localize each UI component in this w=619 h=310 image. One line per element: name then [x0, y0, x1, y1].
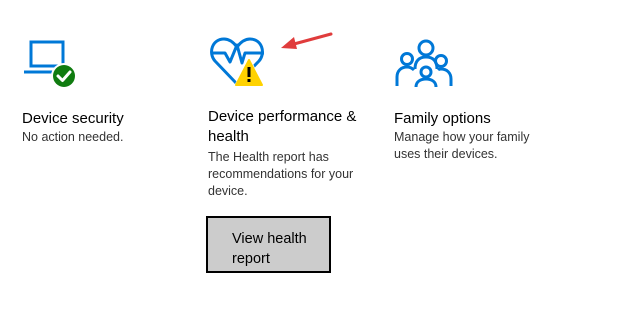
- family-options-description: Manage how your family uses their device…: [394, 130, 530, 161]
- red-arrow-icon: [281, 32, 333, 49]
- family-options-card[interactable]: Family options Manage how your family us…: [394, 34, 529, 161]
- heart-warning-icon: [208, 34, 272, 92]
- device-security-status: No action needed.: [22, 130, 124, 144]
- view-health-report-button[interactable]: View health report: [206, 216, 331, 273]
- device-security-card[interactable]: Device security No action needed.: [22, 34, 124, 144]
- family-options-title: Family options: [394, 110, 491, 127]
- family-icon: [394, 34, 458, 92]
- device-performance-status: The Health report has recommendations fo…: [208, 150, 354, 198]
- device-security-title: Device security: [22, 110, 124, 127]
- device-performance-card[interactable]: Device performance & health The Health r…: [208, 34, 356, 198]
- laptop-check-icon: [22, 34, 86, 92]
- device-performance-title: Device performance & health: [208, 108, 357, 145]
